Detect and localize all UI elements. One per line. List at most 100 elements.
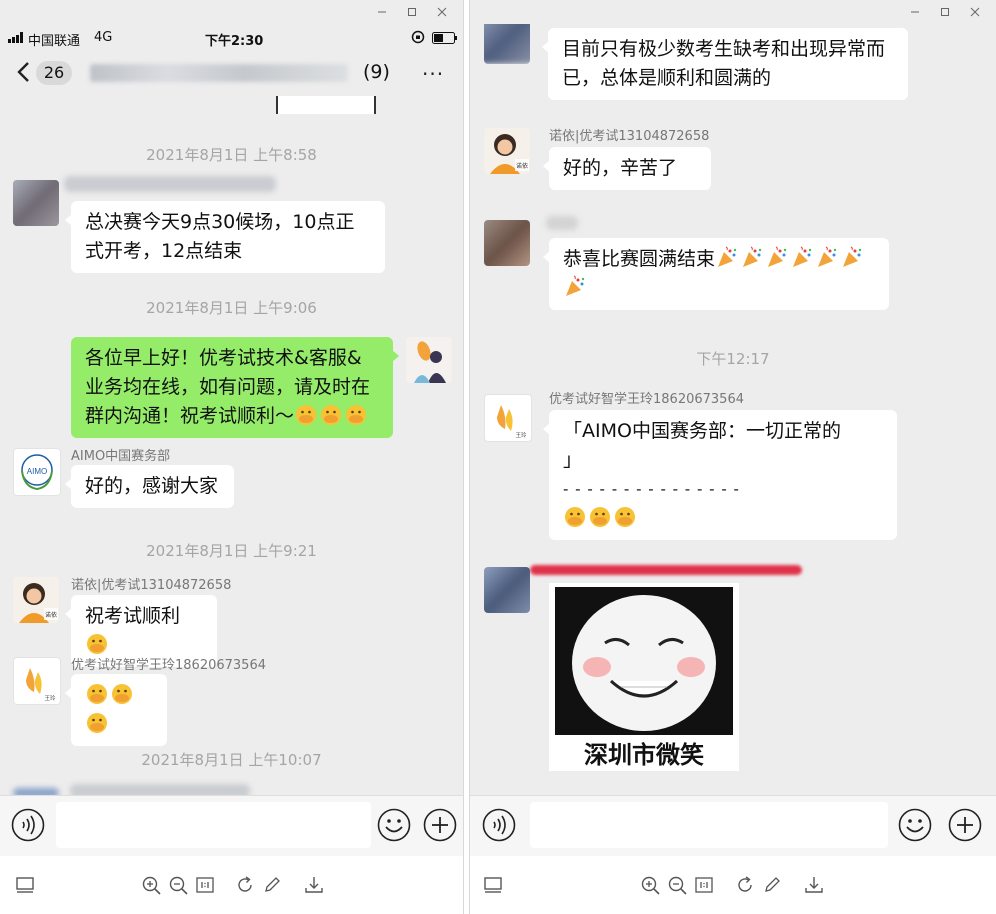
avatar-redacted[interactable] <box>484 567 530 613</box>
back-chevron-icon[interactable] <box>14 60 34 84</box>
party-popper-icon <box>740 246 764 270</box>
chat-window-right: 目前只有极少数考生缺考和出现异常而已，总体是顺利和圆满的 诺依|优考试13104… <box>470 0 996 914</box>
battery-icon <box>432 32 457 44</box>
message-line: 」 <box>563 449 583 471</box>
message-input[interactable] <box>56 802 371 848</box>
message-bubble[interactable]: 总决赛今天9点30候场，10点正式开考，12点结束 <box>65 201 385 273</box>
my-avatar[interactable] <box>406 337 452 383</box>
sender-name: 诺依|优考试13104872658 <box>71 578 232 593</box>
message-list-right[interactable]: 目前只有极少数考生缺考和出现异常而已，总体是顺利和圆满的 诺依|优考试13104… <box>470 24 996 796</box>
hands-over-mouth-emoji-icon <box>588 505 612 529</box>
sidebar-toggle-icon[interactable] <box>14 874 36 896</box>
minimize-icon[interactable] <box>367 0 397 24</box>
message-list-left[interactable]: 2021年8月1日 上午8:58 总决赛今天9点30候场，10点正式开考，12点… <box>0 94 463 796</box>
message-text: 总决赛今天9点30候场，10点正式开考，12点结束 <box>85 211 355 262</box>
message-line: 「AIMO中国赛务部：一切正常的 <box>563 420 841 442</box>
close-icon[interactable] <box>427 0 457 24</box>
chat-input-bar <box>470 795 996 856</box>
window-titlebar <box>0 0 463 24</box>
emoji-picker-icon[interactable] <box>898 808 932 842</box>
message-input[interactable] <box>530 802 888 848</box>
sticker-image[interactable]: 深圳市微笑 <box>549 583 739 771</box>
emoji-message-bubble[interactable] <box>65 674 167 746</box>
timestamp: 2021年8月1日 上午10:07 <box>141 751 322 769</box>
sender-name: 诺依|优考试13104872658 <box>549 129 710 144</box>
actual-size-icon[interactable] <box>194 874 216 896</box>
more-actions-plus-icon[interactable] <box>423 808 457 842</box>
avatar-nuoyi[interactable]: 诺依 <box>13 577 59 623</box>
avatar-redacted[interactable] <box>484 220 530 266</box>
message-bubble[interactable]: 好的，感谢大家 <box>65 465 234 508</box>
avatar-wangling[interactable]: 王玲 <box>13 657 61 705</box>
message-bubble[interactable]: 「AIMO中国赛务部：一切正常的 」 - - - - - - - - - - -… <box>543 410 897 540</box>
more-actions-plus-icon[interactable] <box>948 808 982 842</box>
avatar-tag-text: 王玲 <box>44 694 56 702</box>
maximize-icon[interactable] <box>397 0 427 24</box>
status-time: 下午2:30 <box>205 34 264 49</box>
emoji-row <box>563 504 883 533</box>
timestamp: 2021年8月1日 上午9:06 <box>146 299 317 317</box>
message-text: 好的，感谢大家 <box>85 475 219 497</box>
hands-over-mouth-emoji-icon <box>85 682 109 706</box>
timestamp: 2021年8月1日 上午9:21 <box>146 542 317 560</box>
avatar-aimo-text: AIMO <box>27 467 47 476</box>
sender-name-redacted <box>64 176 276 192</box>
carrier-name: 中国联通 <box>28 34 81 49</box>
more-options-icon[interactable]: ··· <box>422 62 444 86</box>
unread-count-badge[interactable]: 26 <box>36 61 72 85</box>
avatar-aimo[interactable]: AIMO <box>13 448 61 496</box>
avatar-redacted[interactable] <box>484 24 530 64</box>
hands-over-mouth-emoji-icon <box>110 682 134 706</box>
minimize-icon[interactable] <box>900 0 930 24</box>
edit-pencil-icon[interactable] <box>761 874 783 896</box>
hands-over-mouth-emoji-icon <box>294 403 318 427</box>
signal-icon <box>8 32 23 43</box>
message-bubble[interactable]: 目前只有极少数考生缺考和出现异常而已，总体是顺利和圆满的 <box>542 28 908 100</box>
rotate-icon[interactable] <box>234 874 256 896</box>
window-controls <box>900 0 990 24</box>
edit-pencil-icon[interactable] <box>261 874 283 896</box>
rotate-icon[interactable] <box>734 874 756 896</box>
message-text: 目前只有极少数考生缺考和出现异常而已，总体是顺利和圆满的 <box>562 38 886 89</box>
chat-header: 26 (9) ··· <box>0 52 463 94</box>
phone-status-bar: 中国联通 4G 下午2:30 <box>0 26 463 50</box>
message-bubble[interactable]: 好的，辛苦了 <box>543 147 711 190</box>
chat-window-left: 中国联通 4G 下午2:30 26 (9) ··· 2021年8月1日 上午8:… <box>0 0 463 914</box>
window-controls <box>367 0 457 24</box>
group-name-redacted <box>90 64 348 82</box>
hands-over-mouth-emoji-icon <box>613 505 637 529</box>
avatar-wangling[interactable]: 王玲 <box>484 394 532 442</box>
my-message-bubble[interactable]: 各位早上好！优考试技术&客服&业务均在线，如有问题，请及时在群内沟通！祝考试顺利… <box>71 337 399 438</box>
network-type: 4G <box>94 30 113 45</box>
party-popper-icon <box>715 246 739 270</box>
message-separator: - - - - - - - - - - - - - - - <box>563 480 740 498</box>
party-popper-icon <box>815 246 839 270</box>
message-text: 祝考试顺利 <box>85 605 181 627</box>
timestamp: 2021年8月1日 上午8:58 <box>146 146 317 164</box>
image-viewer-toolbar <box>0 856 463 914</box>
timestamp: 下午12:17 <box>696 350 770 368</box>
zoom-out-icon[interactable] <box>666 874 688 896</box>
avatar-nuoyi[interactable]: 诺依 <box>484 128 530 174</box>
download-icon[interactable] <box>303 874 325 896</box>
hands-over-mouth-emoji-icon <box>344 403 368 427</box>
sidebar-toggle-icon[interactable] <box>482 874 504 896</box>
close-icon[interactable] <box>960 0 990 24</box>
message-text: 恭喜比赛圆满结束 <box>563 248 716 270</box>
party-popper-icon <box>840 246 864 270</box>
message-bubble[interactable]: 恭喜比赛圆满结束 <box>543 238 889 310</box>
actual-size-icon[interactable] <box>693 874 715 896</box>
voice-input-icon[interactable] <box>482 808 516 842</box>
zoom-in-icon[interactable] <box>639 874 661 896</box>
zoom-in-icon[interactable] <box>140 874 162 896</box>
avatar-redacted[interactable] <box>13 180 59 226</box>
voice-input-icon[interactable] <box>11 808 45 842</box>
sender-name: 优考试好智学王玲18620673564 <box>549 392 744 407</box>
sender-name: 优考试好智学王玲18620673564 <box>71 658 266 673</box>
download-icon[interactable] <box>803 874 825 896</box>
maximize-icon[interactable] <box>930 0 960 24</box>
sticker-caption: 深圳市微笑 <box>584 740 704 769</box>
hands-over-mouth-emoji-icon <box>85 711 109 735</box>
emoji-picker-icon[interactable] <box>377 808 411 842</box>
zoom-out-icon[interactable] <box>167 874 189 896</box>
